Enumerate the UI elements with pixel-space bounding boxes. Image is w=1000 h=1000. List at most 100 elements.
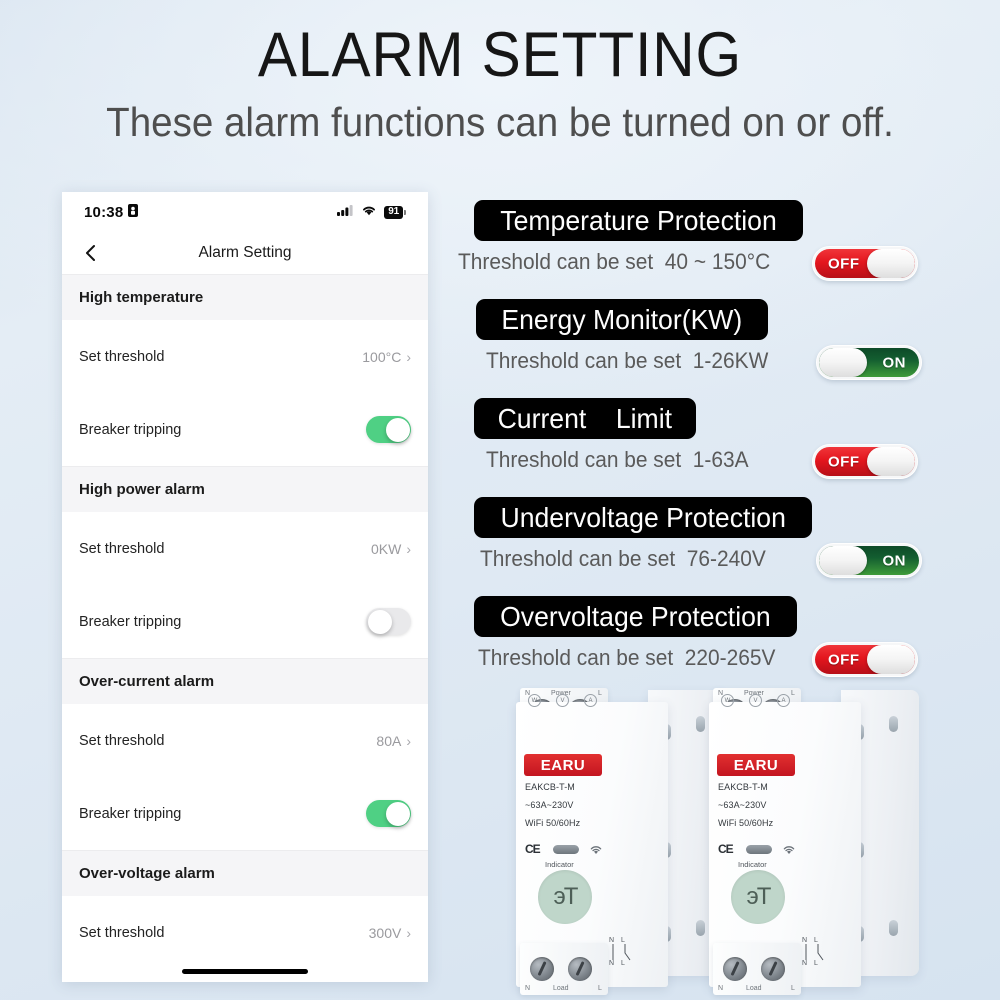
device-model: EAKCB-T-M	[525, 782, 575, 792]
feature-threshold-text: Threshold can be set 1-26KW	[486, 348, 769, 373]
status-bar-time: 10:38	[84, 203, 124, 221]
battery-indicator: 91	[384, 205, 406, 219]
row-label: Set threshold	[79, 540, 165, 557]
tuya-logo: эT	[731, 870, 785, 924]
chevron-right-icon: ›	[406, 540, 411, 557]
chevron-right-icon: ›	[406, 732, 411, 749]
row-label: Set threshold	[79, 924, 165, 941]
row-set-threshold-high-temperature[interactable]: Set threshold 100°C ›	[62, 320, 428, 393]
row-set-threshold-high-power[interactable]: Set threshold 0KW ›	[62, 512, 428, 585]
brand-logo: EARU	[717, 754, 795, 776]
toggle-knob	[367, 609, 392, 634]
home-indicator	[182, 969, 308, 974]
certification-row: CE	[525, 842, 645, 858]
cellular-signal-icon	[337, 203, 354, 221]
row-breaker-tripping-high-temperature[interactable]: Breaker tripping	[62, 393, 428, 466]
toggle-state-label: OFF	[828, 453, 860, 470]
page-header: ALARM SETTING These alarm functions can …	[0, 0, 1000, 145]
svg-text:N: N	[802, 937, 807, 944]
indicator-led	[553, 845, 579, 854]
terminal-label-n: N	[525, 985, 531, 992]
threshold-value: 300V	[368, 924, 402, 941]
nav-title: Alarm Setting	[198, 244, 292, 261]
wifi-icon	[589, 842, 603, 860]
row-label: Set threshold	[79, 348, 165, 365]
energy-monitor-toggle[interactable]: ON	[816, 345, 922, 380]
breaker-tripping-toggle[interactable]	[366, 416, 411, 443]
wiring-diagram: N L N L	[608, 934, 648, 968]
feature-banner-label: Energy Monitor(KW)	[501, 303, 743, 335]
wiring-diagram: N L N L	[801, 934, 841, 968]
terminal-label-l: L	[791, 985, 795, 992]
toggle-state-label: ON	[882, 354, 906, 371]
back-button[interactable]	[80, 242, 102, 264]
indicator-led	[746, 845, 772, 854]
wifi-icon	[782, 842, 796, 860]
feature-banner: Undervoltage Protection	[474, 497, 813, 538]
terminal-screw	[723, 957, 747, 981]
terminal-screw	[568, 957, 592, 981]
nav-bar: Alarm Setting	[62, 232, 428, 274]
breaker-tripping-toggle[interactable]	[366, 608, 411, 635]
toggle-track: OFF	[815, 447, 915, 476]
row-breaker-tripping-high-power[interactable]: Breaker tripping	[62, 585, 428, 658]
toggle-track: ON	[819, 348, 919, 377]
measure-icon-v: V	[749, 694, 762, 707]
row-value: 80A ›	[376, 733, 411, 749]
undervoltage-protection-toggle[interactable]: ON	[816, 543, 922, 578]
breaker-device-2: EARU N Power L KWh W V A EARU EAKCB-T-M …	[691, 688, 943, 1000]
threshold-value: 0KW	[370, 540, 402, 557]
lock-icon	[128, 203, 139, 221]
row-label: Breaker tripping	[79, 805, 182, 822]
svg-text:L: L	[814, 960, 818, 967]
page-subtitle: These alarm functions can be turned on o…	[106, 99, 894, 146]
svg-text:L: L	[814, 937, 818, 944]
toggle-knob	[819, 546, 867, 575]
phone-mockup: 10:38 91 Alarm Setting High temperature …	[62, 192, 428, 982]
toggle-track: OFF	[815, 249, 915, 278]
housing-rivet	[889, 920, 898, 936]
ce-mark-icon: CE	[525, 842, 541, 856]
wifi-icon	[361, 203, 377, 221]
overvoltage-protection-toggle[interactable]: OFF	[812, 642, 918, 677]
feature-banner-label: Undervoltage Protection	[500, 501, 786, 533]
breaker-tripping-toggle[interactable]	[366, 800, 411, 827]
toggle-track: OFF	[815, 645, 915, 674]
section-header-over-voltage-alarm: Over-voltage alarm	[62, 850, 428, 896]
status-bar-left: 10:38	[84, 203, 139, 221]
feature-banner: Temperature Protection	[474, 200, 804, 241]
battery-level: 91	[384, 205, 403, 219]
row-breaker-tripping-over-current[interactable]: Breaker tripping	[62, 777, 428, 850]
toggle-knob	[819, 348, 867, 377]
brand-logo: EARU	[524, 754, 602, 776]
row-value: 0KW ›	[371, 541, 411, 557]
terminal-label-load: Load	[553, 985, 569, 992]
feature-banner-label: Temperature Protection	[500, 204, 777, 236]
ce-mark-icon: CE	[718, 842, 734, 856]
feature-threshold-text: Threshold can be set 76-240V	[480, 546, 766, 571]
toggle-knob	[867, 645, 915, 674]
feature-banner-label: Current Limit	[497, 402, 673, 434]
threshold-value: 80A	[376, 732, 402, 749]
current-limit-toggle[interactable]: OFF	[812, 444, 918, 479]
tuya-glyph: эT	[746, 883, 772, 910]
status-bar-right: 91	[337, 203, 406, 221]
terminal-label-l: L	[791, 690, 795, 697]
row-set-threshold-over-current[interactable]: Set threshold 80A ›	[62, 704, 428, 777]
section-header-high-power-alarm: High power alarm	[62, 466, 428, 512]
feature-banner: Energy Monitor(KW)	[476, 299, 768, 340]
feature-temperature-protection: Temperature Protection Threshold can be …	[448, 196, 1000, 295]
status-bar: 10:38 91	[62, 192, 428, 232]
terminal-label-n: N	[718, 985, 724, 992]
row-set-threshold-over-voltage[interactable]: Set threshold 300V ›	[62, 896, 428, 969]
svg-text:L: L	[621, 937, 625, 944]
device-rating: ~63A~230V	[718, 800, 767, 810]
product-images: EARU N Power L KWh W V A EARU EAKCB-T-M …	[498, 688, 1000, 1000]
section-header-over-current-alarm: Over-current alarm	[62, 658, 428, 704]
temperature-protection-toggle[interactable]: OFF	[812, 246, 918, 281]
svg-text:N: N	[609, 960, 614, 967]
feature-threshold-text: Threshold can be set 40 ~ 150°C	[458, 249, 771, 274]
feature-banner: Overvoltage Protection	[474, 596, 797, 637]
page-title: ALARM SETTING	[257, 20, 743, 90]
measure-icon-w: W	[528, 694, 541, 707]
